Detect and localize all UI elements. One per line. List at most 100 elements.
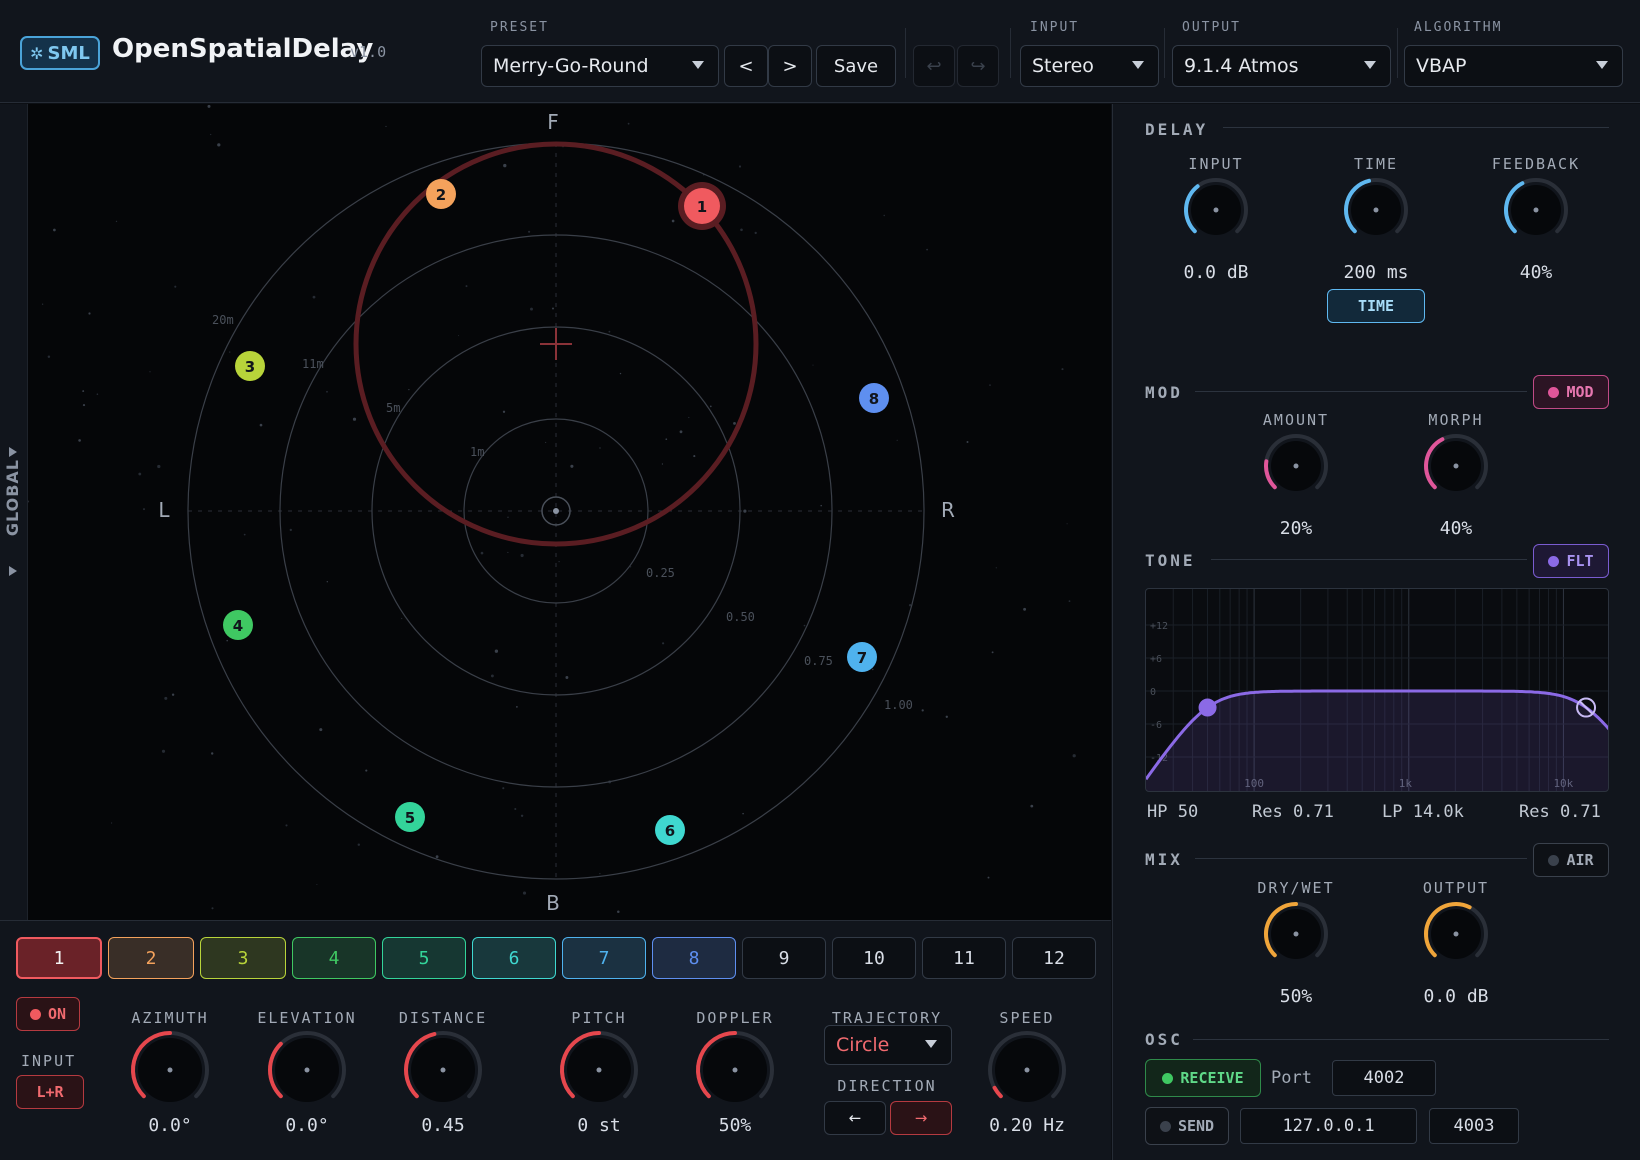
osc-send-port-input[interactable]: 4003: [1429, 1108, 1519, 1144]
star-dot: [661, 463, 664, 465]
receive-label: RECEIVE: [1180, 1069, 1244, 1087]
azimuth-knob[interactable]: [127, 1027, 213, 1117]
star-dot: [502, 410, 506, 413]
preset-dropdown[interactable]: Merry-Go-Round: [481, 45, 719, 87]
mod-toggle[interactable]: MOD: [1533, 375, 1609, 409]
osc-receive-port-input[interactable]: 4002: [1332, 1060, 1436, 1096]
global-label: GLOBAL: [3, 459, 22, 537]
star-dot: [157, 464, 161, 469]
output-dropdown[interactable]: 9.1.4 Atmos: [1172, 45, 1391, 87]
input-value: Stereo: [1032, 55, 1094, 77]
star-dot: [803, 624, 806, 627]
source-on-toggle[interactable]: ON: [16, 997, 80, 1031]
feedback-knob[interactable]: [1500, 174, 1572, 250]
source-marker-4[interactable]: 4: [223, 610, 253, 640]
star-dot: [1023, 607, 1027, 611]
mix-output-value: 0.0 dB: [1423, 986, 1489, 1007]
distance-knob[interactable]: [400, 1027, 486, 1117]
star-dot: [312, 295, 316, 299]
knob-graphic: [1424, 902, 1488, 959]
spatial-view[interactable]: F B L R 1m 5m 11m 20m 0.25 0.50 0.75 1.00 1 2 3 4 5…: [28, 104, 1111, 920]
star-dots: [28, 104, 1076, 914]
undo-icon: ↩: [926, 55, 942, 77]
elevation-knob[interactable]: [264, 1027, 350, 1117]
source-tab-3[interactable]: 3: [200, 937, 286, 979]
source-tab-8[interactable]: 8: [652, 937, 736, 979]
source-tab-10[interactable]: 10: [832, 937, 916, 979]
star-dot: [740, 228, 743, 232]
source-marker-8[interactable]: 8: [859, 383, 889, 413]
delay-input-knob[interactable]: [1180, 174, 1252, 250]
mod-morph-knob[interactable]: [1420, 430, 1492, 506]
prev-preset-button[interactable]: <: [724, 45, 768, 87]
star-dot: [149, 371, 151, 373]
undo-button[interactable]: ↩: [913, 45, 955, 87]
star-dot: [143, 508, 145, 511]
star-dot: [352, 417, 357, 421]
star-dot: [989, 384, 991, 386]
air-toggle[interactable]: AIR: [1533, 843, 1609, 877]
pitch-knob[interactable]: [556, 1027, 642, 1117]
source-marker-2[interactable]: 2: [426, 179, 456, 209]
divider: [1195, 391, 1527, 392]
speed-knob[interactable]: [984, 1027, 1070, 1117]
source-tab-12[interactable]: 12: [1012, 937, 1096, 979]
osc-send-toggle[interactable]: SEND: [1145, 1107, 1229, 1145]
filter-graph[interactable]: +12+60-6-121001k10k: [1145, 588, 1609, 792]
redo-button[interactable]: ↪: [957, 45, 999, 87]
source-marker-1[interactable]: 1: [678, 182, 726, 230]
filter-toggle[interactable]: FLT: [1533, 544, 1609, 578]
global-panel-toggle[interactable]: GLOBAL: [0, 104, 28, 920]
source-input-selector[interactable]: L+R: [16, 1075, 84, 1109]
source-tab-4[interactable]: 4: [292, 937, 376, 979]
chevron-down-icon: [925, 1040, 937, 1048]
mix-output-knob[interactable]: [1420, 898, 1492, 974]
time-sync-button[interactable]: TIME: [1327, 289, 1425, 323]
mod-section-title: MOD: [1145, 383, 1183, 402]
source-marker-7[interactable]: 7: [847, 642, 877, 672]
source-tab-7[interactable]: 7: [562, 937, 646, 979]
source-tab-6[interactable]: 6: [472, 937, 556, 979]
hp-frequency: HP 50: [1147, 802, 1199, 822]
divider: [905, 28, 906, 78]
osc-receive-toggle[interactable]: RECEIVE: [1145, 1059, 1261, 1097]
ring-distance-label: 11m: [302, 357, 324, 371]
mod-amount-knob[interactable]: [1260, 430, 1332, 506]
source-marker-5[interactable]: 5: [395, 802, 425, 832]
source-marker-6[interactable]: 6: [655, 815, 685, 845]
source-marker-3[interactable]: 3: [235, 351, 265, 381]
trajectory-dropdown[interactable]: Circle: [824, 1025, 952, 1065]
hp-handle[interactable]: [1198, 698, 1217, 717]
source-tab-2[interactable]: 2: [108, 937, 194, 979]
star-dot: [671, 219, 675, 223]
osc-send-host-input[interactable]: 127.0.0.1: [1240, 1108, 1417, 1144]
star-dot: [552, 307, 554, 310]
save-button[interactable]: Save: [816, 45, 896, 87]
ring-value-label: 0.25: [646, 566, 675, 580]
star-dot: [921, 709, 924, 712]
algorithm-dropdown[interactable]: VBAP: [1404, 45, 1623, 87]
star-dot: [515, 705, 518, 708]
star-dot: [742, 812, 744, 815]
star-dot: [558, 560, 560, 563]
pitch-value: 0 st: [577, 1115, 621, 1136]
direction-ccw-button[interactable]: ←: [824, 1101, 886, 1135]
source-tab-5[interactable]: 5: [382, 937, 466, 979]
direction-cw-button[interactable]: →: [890, 1101, 952, 1135]
mod-indicator-icon: [1548, 386, 1560, 398]
star-dot: [679, 430, 683, 434]
trajectory-value: Circle: [836, 1034, 890, 1056]
distance-value: 0.45: [421, 1115, 465, 1136]
trajectory-center-crosshair[interactable]: [540, 328, 572, 360]
feedback-value: 40%: [1519, 262, 1553, 283]
drywet-knob[interactable]: [1260, 898, 1332, 974]
arrow-right-icon: →: [914, 1109, 928, 1127]
source-tab-9[interactable]: 9: [742, 937, 826, 979]
input-dropdown[interactable]: Stereo: [1020, 45, 1159, 87]
divider: [1010, 28, 1011, 78]
doppler-knob[interactable]: [692, 1027, 778, 1117]
delay-time-knob[interactable]: [1340, 174, 1412, 250]
source-tab-1[interactable]: 1: [16, 937, 102, 979]
next-preset-button[interactable]: >: [768, 45, 812, 87]
source-tab-11[interactable]: 11: [922, 937, 1006, 979]
